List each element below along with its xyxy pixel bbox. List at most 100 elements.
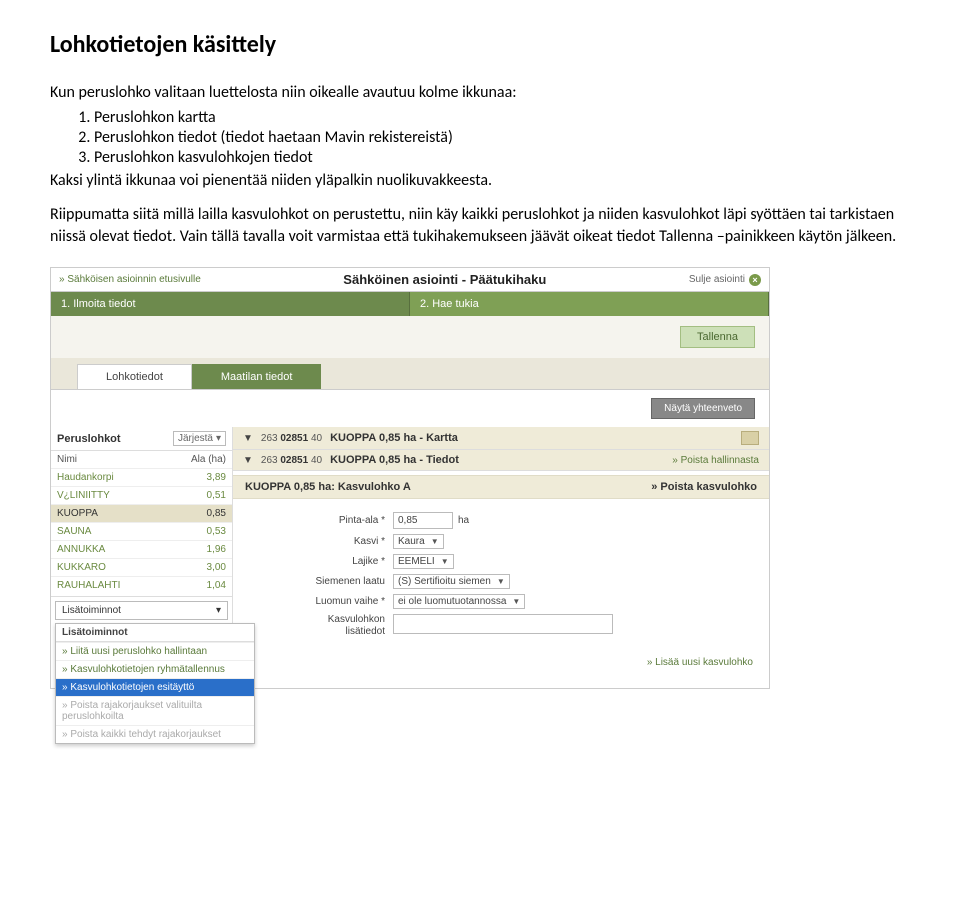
row-lajike: Lajike * EEMELI ▼ — [273, 554, 759, 569]
add-subparcel-link[interactable]: » Lisää uusi kasvulohko — [233, 651, 769, 674]
actions-dropdown-menu: Lisätoiminnot » Liitä uusi peruslohko ha… — [55, 623, 255, 744]
parcel-area: 0,85 — [207, 508, 226, 519]
list-item: Peruslohkon kartta — [94, 108, 910, 127]
dropdown-item[interactable]: » Liitä uusi peruslohko hallintaan — [56, 642, 254, 660]
parcel-name: Haudankorpi — [57, 472, 114, 483]
input-lisatiedot[interactable] — [393, 614, 613, 634]
parcel-label: KUOPPA 0,85 ha - Tiedot — [330, 454, 664, 466]
parcel-area: 3,89 — [207, 472, 226, 483]
parcel-name: KUKKARO — [57, 562, 106, 573]
select-siemenen-laatu[interactable]: (S) Sertifioitu siemen ▼ — [393, 574, 510, 589]
dropdown-item: » Poista kaikki tehdyt rajakorjaukset — [56, 725, 254, 743]
chevron-down-icon: ▼ — [512, 597, 520, 606]
sidebar-row[interactable]: SAUNA 0,53 — [51, 522, 232, 540]
sidebar-title: Peruslohkot — [57, 433, 121, 445]
dropdown-item[interactable]: » Kasvulohkotietojen esitäyttö — [56, 678, 254, 696]
sidebar-columns: Nimi Ala (ha) — [51, 451, 232, 468]
chevron-down-icon: ▼ — [243, 455, 253, 466]
select-lajike[interactable]: EEMELI ▼ — [393, 554, 454, 569]
chevron-down-icon: ▾ — [216, 605, 221, 616]
col-area: Ala (ha) — [191, 454, 226, 465]
label-siemenen-laatu: Siemenen laatu — [273, 576, 393, 587]
label-lisatiedot: Kasvulohkonlisätiedot — [273, 614, 393, 638]
input-pinta-ala[interactable]: 0,85 — [393, 512, 453, 529]
label-kasvi: Kasvi * — [273, 536, 393, 547]
parcel-name: ANNUKKA — [57, 544, 105, 555]
actions-label: Lisätoiminnot — [62, 605, 121, 616]
chevron-down-icon: ▾ — [216, 433, 221, 444]
row-kasvi: Kasvi * Kaura ▼ — [273, 534, 759, 549]
select-luomun-vaihe[interactable]: ei ole luomutuotannossa ▼ — [393, 594, 525, 609]
sidebar-row[interactable]: V¿LINIITTY 0,51 — [51, 486, 232, 504]
sort-button[interactable]: Järjestä ▾ — [173, 431, 226, 446]
list-item: Peruslohkon kasvulohkojen tiedot — [94, 148, 910, 167]
col-name: Nimi — [57, 454, 77, 465]
app-header: » Sähköisen asioinnin etusivulle Sähköin… — [51, 268, 769, 292]
sidebar-row[interactable]: RAUHALAHTI1,04 — [51, 576, 232, 594]
sub-tabs: Lohkotiedot Maatilan tiedot — [51, 358, 769, 390]
parcel-area: 0,51 — [207, 490, 226, 501]
parcel-label: KUOPPA 0,85 ha - Kartta — [330, 432, 733, 444]
close-session[interactable]: Sulje asiointi × — [689, 274, 761, 286]
subtab-lohkotiedot[interactable]: Lohkotiedot — [77, 364, 192, 389]
sidebar-header: Peruslohkot Järjestä ▾ — [51, 427, 232, 451]
parcel-name: KUOPPA — [57, 508, 98, 519]
row-luomun-vaihe: Luomun vaihe * ei ole luomutuotannossa ▼ — [273, 594, 759, 609]
chevron-down-icon: ▼ — [441, 557, 449, 566]
subparcel-header: KUOPPA 0,85 ha: Kasvulohko A » Poista ka… — [233, 475, 769, 499]
close-icon[interactable]: × — [749, 274, 761, 286]
dropdown-item[interactable]: » Kasvulohkotietojen ryhmätallennus — [56, 660, 254, 678]
summary-row: Näytä yhteenveto — [51, 390, 769, 427]
unit-ha: ha — [458, 515, 469, 526]
subtab-maatilan[interactable]: Maatilan tiedot — [192, 364, 322, 389]
tab-step-2[interactable]: 2. Hae tukia — [410, 292, 769, 316]
close-label: Sulje asiointi — [689, 274, 745, 285]
app-title: Sähköinen asiointi - Päätukihaku — [201, 272, 689, 287]
dropdown-item: » Poista rajakorjaukset valituilta perus… — [56, 696, 254, 725]
chevron-down-icon: ▼ — [497, 577, 505, 586]
show-summary-button[interactable]: Näytä yhteenveto — [651, 398, 755, 419]
subparcel-title: KUOPPA 0,85 ha: Kasvulohko A — [245, 481, 411, 493]
remove-from-control-link[interactable]: » Poista hallinnasta — [672, 455, 759, 466]
main-panel: ▼ 263 02851 40 KUOPPA 0,85 ha - Kartta ▼… — [233, 427, 769, 688]
row-lisatiedot: Kasvulohkonlisätiedot — [273, 614, 759, 638]
save-button[interactable]: Tallenna — [680, 326, 755, 348]
body-paragraph: Riippumatta siitä millä lailla kasvulohk… — [50, 204, 910, 247]
intro-text: Kun peruslohko valitaan luettelosta niin… — [50, 83, 910, 102]
select-value: ei ole luomutuotannossa — [398, 596, 506, 607]
sidebar-row[interactable]: Haudankorpi 3,89 — [51, 468, 232, 486]
sidebar-row[interactable]: KUKKARO3,00 — [51, 558, 232, 576]
dropdown-header: Lisätoiminnot — [56, 624, 254, 642]
content-body: Peruslohkot Järjestä ▾ Nimi Ala (ha) Hau… — [51, 427, 769, 688]
chevron-down-icon: ▼ — [243, 433, 253, 444]
parcel-bar-tiedot[interactable]: ▼ 263 02851 40 KUOPPA 0,85 ha - Tiedot »… — [233, 450, 769, 471]
row-pinta-ala: Pinta-ala * 0,85 ha — [273, 512, 759, 529]
subparcel-form: Pinta-ala * 0,85 ha Kasvi * Kaura ▼ Laji… — [233, 499, 769, 651]
sidebar: Peruslohkot Järjestä ▾ Nimi Ala (ha) Hau… — [51, 427, 233, 624]
label-lajike: Lajike * — [273, 556, 393, 567]
parcel-area: 0,53 — [207, 526, 226, 537]
save-row: Tallenna — [51, 316, 769, 358]
parcel-bar-kartta[interactable]: ▼ 263 02851 40 KUOPPA 0,85 ha - Kartta — [233, 427, 769, 450]
parcel-area: 1,96 — [207, 544, 226, 555]
numbered-list: Peruslohkon kartta Peruslohkon tiedot (t… — [94, 108, 910, 167]
parcel-id: 263 02851 40 — [261, 433, 322, 444]
parcel-id: 263 02851 40 — [261, 455, 322, 466]
back-link[interactable]: » Sähköisen asioinnin etusivulle — [59, 274, 201, 285]
list-item: Peruslohkon tiedot (tiedot haetaan Mavin… — [94, 128, 910, 147]
step-tabs: 1. Ilmoita tiedot 2. Hae tukia — [51, 292, 769, 316]
select-kasvi[interactable]: Kaura ▼ — [393, 534, 444, 549]
label-luomun-vaihe: Luomun vaihe * — [273, 596, 393, 607]
expand-icon[interactable] — [741, 431, 759, 445]
sidebar-row[interactable]: ANNUKKA 1,96 — [51, 540, 232, 558]
sort-label: Järjestä — [178, 433, 213, 444]
sidebar-row[interactable]: KUOPPA 0,85 — [51, 504, 232, 522]
actions-dropdown-button[interactable]: Lisätoiminnot ▾ — [55, 601, 228, 620]
select-value: EEMELI — [398, 556, 435, 567]
tab-step-1[interactable]: 1. Ilmoita tiedot — [51, 292, 410, 316]
remove-subparcel-link[interactable]: » Poista kasvulohko — [651, 481, 757, 493]
label-pinta-ala: Pinta-ala * — [273, 515, 393, 526]
parcel-name: SAUNA — [57, 526, 91, 537]
row-siemenen-laatu: Siemenen laatu (S) Sertifioitu siemen ▼ — [273, 574, 759, 589]
parcel-name: V¿LINIITTY — [57, 490, 110, 501]
